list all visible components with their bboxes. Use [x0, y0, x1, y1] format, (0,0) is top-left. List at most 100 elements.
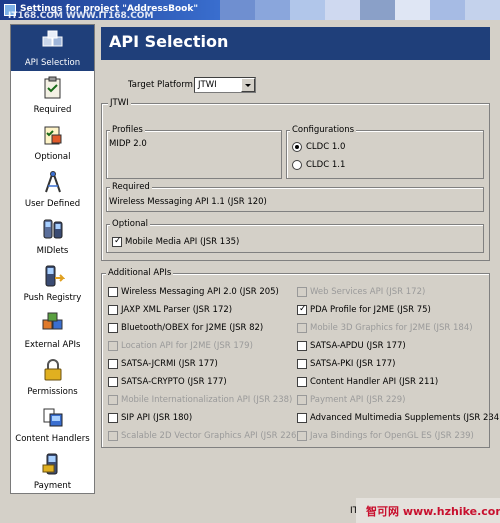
satsa-jcrmi-label[interactable]: SATSA-JCRMI (JSR 177): [121, 359, 218, 369]
sidebar-item-label: MIDlets: [36, 246, 69, 256]
additional-apis-legend: Additional APIs: [106, 268, 174, 278]
satsa-apdu-checkbox[interactable]: [297, 341, 307, 351]
sidebar-item-api-selection[interactable]: API Selection: [11, 25, 94, 71]
wireless-messaging-api-2-checkbox[interactable]: [108, 287, 118, 297]
check-mark: ✓: [114, 236, 122, 246]
sidebar-item-label: Required: [33, 105, 72, 115]
location-api-label: Location API for J2ME (JSR 179): [121, 341, 253, 351]
sidebar-item-optional[interactable]: Optional: [11, 119, 94, 165]
bluetooth-obex-label[interactable]: Bluetooth/OBEX for J2ME (JSR 82): [121, 323, 263, 333]
satsa-apdu-label[interactable]: SATSA-APDU (JSR 177): [310, 341, 406, 351]
chevron-down-icon: [245, 84, 251, 87]
sidebar-item-permissions[interactable]: Permissions: [11, 354, 94, 400]
lock-icon: [44, 359, 62, 381]
jtwi-legend: JTWI: [108, 98, 131, 108]
payment-api-label: Payment API (JSR 229): [310, 395, 406, 405]
satsa-crypto-checkbox[interactable]: [108, 377, 118, 387]
required-group: Required Wireless Messaging API 1.1 (JSR…: [106, 182, 484, 212]
sip-api-label[interactable]: SIP API (JSR 180): [121, 413, 192, 423]
site-logo: 智可网 www.hzhike.com: [356, 498, 500, 523]
window-titlebar[interactable]: Settings for project "AddressBook" IT168…: [0, 0, 500, 20]
payment-api-checkbox: [297, 395, 307, 405]
pda-profile-label[interactable]: PDA Profile for J2ME (JSR 75): [310, 305, 431, 315]
web-services-api-label: Web Services API (JSR 172): [310, 287, 426, 297]
opengl-es-bindings-label: Java Bindings for OpenGL ES (JSR 239): [310, 431, 474, 441]
configurations-legend: Configurations: [290, 125, 357, 135]
cldc-1-0-label[interactable]: CLDC 1.0: [306, 142, 345, 152]
checklist-icon: [44, 76, 61, 99]
optional-legend: Optional: [110, 219, 150, 229]
sidebar-item-label: API Selection: [24, 58, 81, 68]
mobile-3d-graphics-checkbox: [297, 323, 307, 333]
cldc-1-1-label[interactable]: CLDC 1.1: [306, 160, 345, 170]
mobile-media-api-checkbox[interactable]: ✓: [112, 236, 122, 247]
mobile-3d-graphics-label: Mobile 3D Graphics for J2ME (JSR 184): [310, 323, 473, 333]
scalable-2d-vector-graphics-checkbox: [108, 431, 118, 441]
scalable-2d-vector-graphics-label: Scalable 2D Vector Graphics API (JSR 226…: [121, 431, 300, 441]
sidebar-item-payment[interactable]: Payment: [11, 448, 94, 494]
payment-phone-icon: [42, 453, 58, 475]
logo-text: 智可网 www.hzhike.com: [366, 505, 500, 518]
sidebar-item-label: Push Registry: [23, 293, 82, 303]
sidebar-item-midlets[interactable]: MIDlets: [11, 213, 94, 259]
optional-checklist-icon: [44, 126, 62, 145]
cldc-1-1-radio[interactable]: [292, 160, 302, 170]
mobile-media-api-label[interactable]: Mobile Media API (JSR 135): [125, 237, 239, 247]
radio-selected-dot: [295, 145, 299, 149]
page-header: API Selection: [101, 27, 490, 60]
advanced-multimedia-checkbox[interactable]: [297, 413, 307, 423]
page-title: API Selection: [109, 32, 229, 51]
sidebar-item-label: External APIs: [24, 340, 81, 350]
compass-icon: [45, 171, 61, 193]
optional-group: Optional ✓ Mobile Media API (JSR 135): [106, 219, 484, 253]
sidebar-item-content-handlers[interactable]: Content Handlers: [11, 401, 94, 447]
sidebar: API Selection Required Optional User Def…: [10, 24, 95, 494]
configurations-group: Configurations CLDC 1.0 CLDC 1.1: [286, 125, 484, 179]
sidebar-item-label: Permissions: [27, 387, 78, 397]
web-services-api-checkbox: [297, 287, 307, 297]
pda-profile-checkbox[interactable]: ✓: [297, 304, 307, 315]
titlebar-decoration: [220, 0, 500, 20]
bluetooth-obex-checkbox[interactable]: [108, 323, 118, 333]
phones-icon: [43, 219, 63, 239]
target-platform-value: JTWI: [198, 80, 217, 90]
location-api-checkbox: [108, 341, 118, 351]
cldc-1-0-radio[interactable]: [292, 142, 302, 152]
required-legend: Required: [110, 182, 152, 192]
satsa-pki-label[interactable]: SATSA-PKI (JSR 177): [310, 359, 395, 369]
wireless-messaging-api-2-label[interactable]: Wireless Messaging API 2.0 (JSR 205): [121, 287, 279, 297]
content-handler-api-label[interactable]: Content Handler API (JSR 211): [310, 377, 438, 387]
opengl-es-bindings-checkbox: [297, 431, 307, 441]
mobile-i18n-api-checkbox: [108, 395, 118, 405]
content-handler-icon: [43, 408, 63, 427]
satsa-crypto-label[interactable]: SATSA-CRYPTO (JSR 177): [121, 377, 227, 387]
satsa-jcrmi-checkbox[interactable]: [108, 359, 118, 369]
phone-push-icon: [45, 265, 65, 287]
sidebar-item-external-apis[interactable]: External APIs: [11, 307, 94, 353]
target-platform-label: Target Platform: [128, 80, 193, 90]
jaxp-xml-parser-checkbox[interactable]: [108, 305, 118, 315]
target-platform-select[interactable]: JTWI: [194, 77, 256, 93]
check-mark: ✓: [299, 304, 307, 314]
profiles-group: Profiles MIDP 2.0: [106, 125, 282, 179]
required-value: Wireless Messaging API 1.1 (JSR 120): [109, 197, 267, 207]
external-blocks-icon: [42, 312, 63, 330]
sidebar-item-user-defined[interactable]: User Defined: [11, 166, 94, 212]
sidebar-item-label: User Defined: [24, 199, 81, 209]
watermark-text: IT168.COM WWW.IT168.COM: [8, 11, 154, 20]
mobile-i18n-api-label: Mobile Internationalization API (JSR 238…: [121, 395, 293, 405]
sidebar-item-label: Content Handlers: [15, 434, 90, 444]
satsa-pki-checkbox[interactable]: [297, 359, 307, 369]
jaxp-xml-parser-label[interactable]: JAXP XML Parser (JSR 172): [121, 305, 232, 315]
sip-api-checkbox[interactable]: [108, 413, 118, 423]
profiles-value: MIDP 2.0: [109, 139, 147, 149]
profiles-legend: Profiles: [110, 125, 145, 135]
sidebar-item-push-registry[interactable]: Push Registry: [11, 260, 94, 306]
sidebar-item-label: Optional: [34, 152, 71, 162]
dropdown-button[interactable]: [241, 78, 255, 92]
advanced-multimedia-label[interactable]: Advanced Multimedia Supplements (JSR 234…: [310, 413, 500, 423]
sidebar-item-label: Payment: [33, 481, 72, 491]
blocks-icon: [42, 30, 63, 47]
content-handler-api-checkbox[interactable]: [297, 377, 307, 387]
sidebar-item-required[interactable]: Required: [11, 72, 94, 118]
